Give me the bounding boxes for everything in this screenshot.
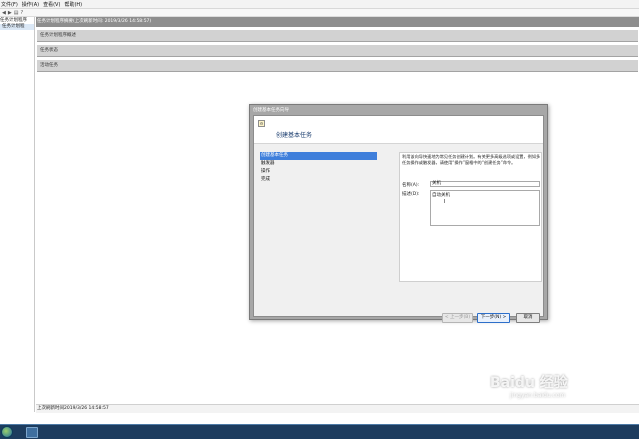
dialog-body: ⚙ 创建基本任务 创建基本任务 触发器 操作 完成 利用该向导快速地为常见任务创… — [253, 115, 544, 323]
taskbar — [0, 424, 639, 439]
taskbar-app-button[interactable] — [26, 427, 38, 438]
section-overview[interactable]: 任务计划程序概述 — [37, 30, 638, 42]
menu-help[interactable]: 帮助(H) — [64, 1, 82, 8]
menu-bar: 文件(F) 操作(A) 查看(V) 帮助(H) — [0, 0, 639, 9]
status-bar: 上次刷新时间2019/3/26 14:58:57 — [36, 404, 639, 413]
task-icon: ⚙ — [258, 120, 265, 127]
create-basic-task-dialog: 创建基本任务向导 ⚙ 创建基本任务 创建基本任务 触发器 操作 完成 利用该向导… — [249, 104, 548, 323]
description-input[interactable]: 自动关机 — [430, 190, 540, 226]
dialog-heading: 创建基本任务 — [276, 132, 313, 139]
help-icon[interactable]: ? — [20, 9, 23, 17]
menu-file[interactable]: 文件(F) — [1, 1, 18, 8]
description-label: 描述(D): — [402, 192, 420, 197]
menu-action[interactable]: 操作(A) — [22, 1, 39, 8]
step-finish[interactable]: 完成 — [260, 176, 377, 184]
forward-arrow-icon[interactable]: ▶ — [8, 9, 12, 17]
name-label: 名称(A): — [402, 183, 420, 188]
cancel-button[interactable]: 取消 — [516, 313, 540, 323]
menu-view[interactable]: 查看(V) — [43, 1, 60, 8]
name-input[interactable]: 关机 — [430, 181, 540, 187]
dialog-title: 创建基本任务向导 — [253, 108, 289, 113]
back-arrow-icon[interactable]: ◀ — [2, 9, 6, 17]
section-active-tasks[interactable]: 活动任务 — [37, 60, 638, 72]
section-task-status[interactable]: 任务状态 — [37, 45, 638, 57]
next-button[interactable]: 下一步(N) > — [477, 313, 510, 323]
step-create-basic-task[interactable]: 创建基本任务 — [260, 152, 377, 160]
back-button[interactable]: < 上一步(B) — [442, 313, 473, 323]
step-trigger[interactable]: 触发器 — [260, 160, 377, 168]
view-pane-icon[interactable]: ▤ — [14, 9, 19, 17]
baidu-watermark-url: jingyan.baidu.com — [510, 392, 566, 399]
wizard-intro-text: 利用该向导快速地为常见任务创建计划。有关更多高级选项或设置，例如多任务操作或触发… — [402, 154, 541, 165]
tree-node-library[interactable]: 任务计划程 — [0, 24, 34, 30]
start-button[interactable] — [1, 426, 13, 438]
step-action[interactable]: 操作 — [260, 168, 377, 176]
wizard-steps: 创建基本任务 触发器 操作 完成 — [260, 152, 377, 184]
task-form-panel: 利用该向导快速地为常见任务创建计划。有关更多高级选项或设置，例如多任务操作或触发… — [399, 152, 542, 282]
navigation-tree: 任务计划程序 任务计划程 — [0, 17, 35, 412]
summary-header: 任务计划程序摘要(上次刷新时间: 2019/3/26 14:58:57) — [36, 17, 639, 27]
baidu-watermark-logo: Baidu 经验 — [490, 375, 568, 391]
toolbar: ◀ ▶ ▤ ? — [0, 9, 639, 17]
text-cursor-icon: I — [444, 199, 446, 205]
dialog-header: ⚙ 创建基本任务 — [254, 116, 543, 144]
